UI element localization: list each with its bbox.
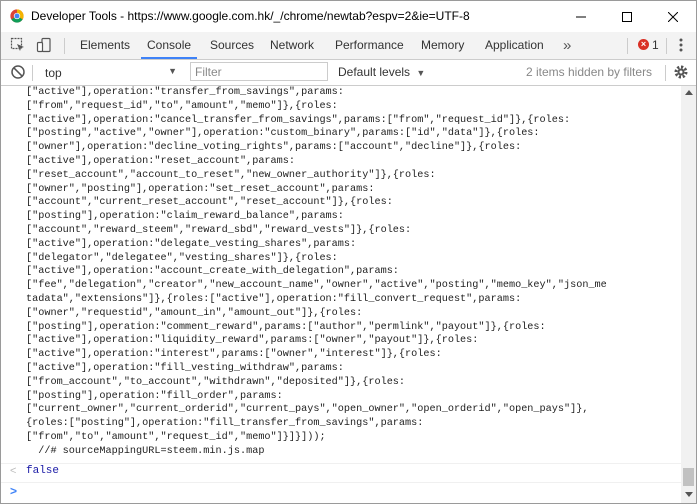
console-code-line: ["owner","posting"],operation:"set_reset… bbox=[26, 183, 375, 195]
chrome-logo-icon bbox=[10, 9, 24, 23]
hidden-items-note: 2 items hidden by filters bbox=[526, 65, 653, 79]
error-count[interactable]: 1 bbox=[652, 38, 659, 52]
context-label: top bbox=[45, 66, 62, 80]
console-code-line: ["reset_account","account_to_reset","new… bbox=[26, 169, 436, 181]
tab-console[interactable]: Console bbox=[141, 32, 198, 59]
close-window-button[interactable] bbox=[650, 1, 696, 32]
console-code-line: ["delegator","delegatee","vesting_shares… bbox=[26, 252, 338, 264]
console-result-row: < false bbox=[1, 463, 681, 480]
dropdown-arrow-icon: ▼ bbox=[168, 66, 177, 76]
toolbar-separator bbox=[666, 38, 667, 54]
console-code-line: ["active"],operation:"reset_account",par… bbox=[26, 155, 295, 167]
console-code-line: ["account","current_reset_account","rese… bbox=[26, 197, 393, 209]
log-levels-dropdown[interactable]: Default levels ▼ bbox=[338, 65, 425, 79]
tab-memory[interactable]: Memory bbox=[421, 32, 464, 59]
more-options-icon[interactable] bbox=[672, 36, 690, 54]
minimize-button[interactable] bbox=[558, 1, 604, 32]
console-prompt[interactable]: > bbox=[1, 482, 681, 501]
console-code-line: ["account","reward_steem","reward_sbd","… bbox=[26, 224, 412, 236]
console-code-line: ["active"],operation:"account_create_wit… bbox=[26, 266, 399, 278]
prompt-caret-icon: > bbox=[10, 484, 18, 498]
error-icon[interactable]: × bbox=[638, 39, 649, 50]
console-code-line: ["from","request_id","to","amount","memo… bbox=[26, 100, 338, 112]
context-selector[interactable]: top ▼ bbox=[39, 63, 181, 82]
window-title: Developer Tools - https://www.google.com… bbox=[31, 9, 470, 23]
console-code-line: tadata","extensions"]},{roles:["active"]… bbox=[26, 293, 522, 305]
toolbar-separator bbox=[32, 65, 33, 81]
tab-network[interactable]: Network bbox=[270, 32, 314, 59]
devtools-toolbar: Elements Console Sources Network Perform… bbox=[1, 32, 696, 60]
title-bar: Developer Tools - https://www.google.com… bbox=[1, 1, 696, 32]
settings-gear-icon[interactable] bbox=[672, 63, 690, 81]
tab-elements[interactable]: Elements bbox=[80, 32, 130, 59]
minimize-icon bbox=[576, 16, 586, 17]
tab-application[interactable]: Application bbox=[485, 32, 544, 59]
console-code-line: ["current_owner","current_orderid","curr… bbox=[26, 404, 589, 416]
filter-input[interactable] bbox=[190, 62, 328, 81]
device-toolbar-icon[interactable] bbox=[35, 36, 53, 54]
maximize-button[interactable] bbox=[604, 1, 650, 32]
close-icon bbox=[668, 11, 678, 22]
toolbar-separator bbox=[64, 38, 65, 54]
console-scrollbar[interactable] bbox=[681, 86, 696, 503]
result-value[interactable]: false bbox=[26, 465, 59, 477]
console-code-line: ["active"],operation:"liquidity_reward",… bbox=[26, 335, 479, 347]
maximize-icon bbox=[622, 11, 632, 22]
console-code-line: ["active"],operation:"fill_vesting_withd… bbox=[26, 362, 344, 374]
scroll-down-arrow-icon[interactable] bbox=[685, 492, 693, 497]
console-code-line: ["posting"],operation:"comment_reward",p… bbox=[26, 321, 546, 333]
toolbar-separator bbox=[665, 65, 666, 81]
console-code-line: ["from","to","amount","request_id","memo… bbox=[26, 431, 326, 443]
console-code-line: ["posting"],operation:"fill_order",param… bbox=[26, 390, 283, 402]
console-code-line: ["active"],operation:"transfer_from_savi… bbox=[26, 87, 344, 98]
more-tabs-button[interactable]: » bbox=[563, 32, 571, 59]
result-arrow-icon: < bbox=[10, 465, 17, 477]
console-output[interactable]: ["active"],operation:"transfer_from_savi… bbox=[1, 86, 681, 503]
toolbar-separator bbox=[627, 38, 628, 54]
console-filter-bar: top ▼ Default levels ▼ 2 items hidden by… bbox=[1, 60, 696, 86]
inspect-element-icon[interactable] bbox=[9, 36, 27, 54]
dropdown-arrow-icon: ▼ bbox=[416, 68, 426, 78]
console-code-line: ["posting","active","owner"],operation:"… bbox=[26, 128, 540, 140]
console-code-line: ["active"],operation:"delegate_vesting_s… bbox=[26, 238, 357, 250]
console-code-line: ["active"],operation:"interest",params:[… bbox=[26, 349, 442, 361]
scrollbar-thumb[interactable] bbox=[683, 468, 694, 486]
console-code-line: ["fee","delegation","creator","new_accou… bbox=[26, 280, 607, 292]
log-levels-label: Default levels bbox=[338, 65, 411, 79]
tab-performance[interactable]: Performance bbox=[335, 32, 404, 59]
clear-console-icon[interactable] bbox=[10, 64, 26, 80]
scroll-up-arrow-icon[interactable] bbox=[685, 90, 693, 95]
devtools-window: Developer Tools - https://www.google.com… bbox=[0, 0, 697, 504]
console-code-line: ["owner"],operation:"decline_voting_righ… bbox=[26, 142, 522, 154]
console-message: ["active"],operation:"transfer_from_savi… bbox=[26, 86, 607, 459]
console-code-line: ["posting"],operation:"claim_reward_bala… bbox=[26, 211, 344, 223]
console-code-line: //# sourceMappingURL=steem.min.js.map bbox=[26, 445, 265, 457]
console-code-line: ["from_account","to_account","withdrawn"… bbox=[26, 376, 406, 388]
console-code-line: ["owner","requestid","amount_in","amount… bbox=[26, 307, 363, 319]
console-code-line: {roles:["posting"],operation:"fill_trans… bbox=[26, 418, 424, 430]
console-code-line: ["active"],operation:"cancel_transfer_fr… bbox=[26, 114, 571, 126]
tab-sources[interactable]: Sources bbox=[210, 32, 254, 59]
